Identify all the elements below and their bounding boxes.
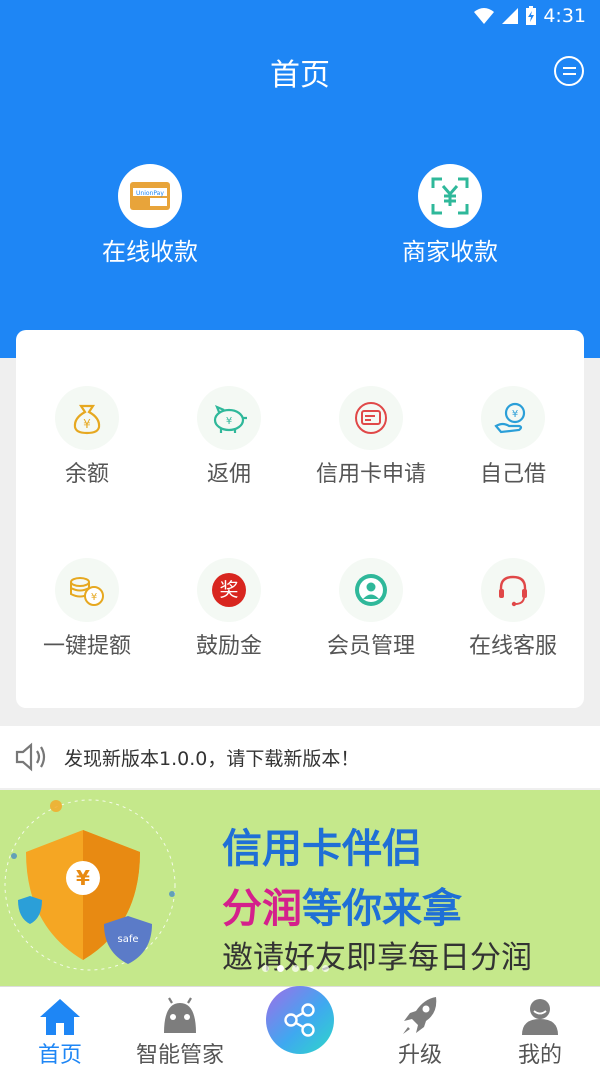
grid-item-credit-card-apply[interactable]: 信用卡申请 xyxy=(300,386,442,488)
share-icon xyxy=(284,1003,315,1037)
award-glyph: 奖 xyxy=(212,573,246,607)
nav-item-home[interactable]: 首页 xyxy=(0,991,120,1067)
online-collect-label: 在线收款 xyxy=(102,238,198,266)
grid-item-label: 信用卡申请 xyxy=(315,462,426,487)
grid-item-label: 一键提额 xyxy=(42,634,131,659)
status-icons: 4:31 xyxy=(473,5,586,27)
grid-item-label: 自己借 xyxy=(479,462,546,487)
header: 首页 UnionPay 在线收款 商家收款 xyxy=(0,34,600,358)
grid-item-label: 会员管理 xyxy=(326,634,415,659)
grid-item-label: 余额 xyxy=(64,462,109,487)
notice-text: 发现新版本1.0.0，请下载新版本！ xyxy=(64,747,360,770)
grid-item-label: 在线客服 xyxy=(468,634,557,659)
svg-text:¥: ¥ xyxy=(91,592,97,603)
credit-card-icon xyxy=(339,386,403,450)
member-icon xyxy=(339,558,403,622)
share-button[interactable] xyxy=(266,986,334,1054)
merchant-collect-button[interactable]: 商家收款 xyxy=(360,164,540,267)
money-bag-icon: ¥ xyxy=(55,386,119,450)
piggy-bank-icon: ¥ xyxy=(197,386,261,450)
grid-item-member-management[interactable]: 会员管理 xyxy=(300,558,442,660)
promo-banner[interactable]: ¥ safe 信用卡伴侣 分润等你来拿 邀请好友即享每日分润 xyxy=(0,790,600,986)
nav-item-mine[interactable]: 我的 xyxy=(480,991,600,1067)
message-icon xyxy=(562,67,576,69)
grid-item-commission[interactable]: ¥ 返佣 xyxy=(158,386,300,488)
grid-item-balance[interactable]: ¥ 余额 xyxy=(16,386,158,488)
banner-dot[interactable] xyxy=(262,965,269,972)
merchant-collect-label: 商家收款 xyxy=(402,238,498,266)
svg-text:¥: ¥ xyxy=(83,417,91,431)
svg-text:UnionPay: UnionPay xyxy=(136,190,164,197)
svg-text:¥: ¥ xyxy=(512,409,518,420)
feature-grid: ¥ 余额 ¥ 返佣 信用卡申请 ¥ 自己借 ¥ 一键提额 奖 鼓励金 会员管理 … xyxy=(16,330,584,708)
rocket-icon xyxy=(360,991,480,1037)
banner-pagination xyxy=(262,965,329,972)
hand-coin-icon: ¥ xyxy=(481,386,545,450)
grid-item-label: 鼓励金 xyxy=(195,634,262,659)
safe-badge-text: safe xyxy=(117,934,138,945)
banner-subtitle-rest: 等你来拿 xyxy=(302,886,462,932)
banner-title: 信用卡伴侣 xyxy=(222,826,422,872)
nav-label: 智能管家 xyxy=(135,1043,224,1067)
qr-scan-yen-icon xyxy=(418,164,482,228)
headset-icon xyxy=(481,558,545,622)
online-collect-button[interactable]: UnionPay 在线收款 xyxy=(60,164,240,267)
shield-yen-symbol: ¥ xyxy=(76,866,90,890)
banner-dot[interactable] xyxy=(292,965,299,972)
nav-label: 我的 xyxy=(517,1043,562,1067)
grid-item-self-borrow[interactable]: ¥ 自己借 xyxy=(442,386,584,488)
message-icon-line xyxy=(562,73,576,75)
wifi-icon xyxy=(474,8,495,24)
status-time: 4:31 xyxy=(543,5,586,27)
grid-item-label: 返佣 xyxy=(206,462,251,487)
home-icon xyxy=(0,991,120,1037)
banner-dot[interactable] xyxy=(322,965,329,972)
notice-bar[interactable]: 发现新版本1.0.0，请下载新版本！ xyxy=(0,726,600,788)
status-bar: 4:31 xyxy=(0,0,600,34)
banner-subtitle: 分润等你来拿 xyxy=(222,876,462,934)
unionpay-card-icon: UnionPay xyxy=(118,164,182,228)
banner-highlight: 分润 xyxy=(222,886,302,932)
signal-icon xyxy=(502,8,519,24)
award-icon: 奖 xyxy=(197,558,261,622)
nav-item-smart-butler[interactable]: 智能管家 xyxy=(120,991,240,1067)
banner-dot-active[interactable] xyxy=(277,965,284,972)
grid-item-quick-limit[interactable]: ¥ 一键提额 xyxy=(16,558,158,660)
user-icon xyxy=(480,991,600,1037)
banner-dot[interactable] xyxy=(307,965,314,972)
android-icon xyxy=(120,991,240,1037)
nav-label: 升级 xyxy=(397,1043,442,1067)
shield-illustration: ¥ safe xyxy=(4,799,176,971)
nav-label: 首页 xyxy=(37,1043,82,1067)
speaker-icon xyxy=(15,742,46,772)
page-title: 首页 xyxy=(270,58,330,93)
coin-stack-icon: ¥ xyxy=(55,558,119,622)
nav-item-upgrade[interactable]: 升级 xyxy=(360,991,480,1067)
grid-item-incentive[interactable]: 奖 鼓励金 xyxy=(158,558,300,660)
grid-item-online-service[interactable]: 在线客服 xyxy=(442,558,584,660)
bottom-nav: 首页 智能管家 升级 我的 xyxy=(0,986,600,1067)
svg-text:¥: ¥ xyxy=(226,416,232,427)
battery-icon xyxy=(526,6,537,25)
message-button[interactable] xyxy=(554,56,584,86)
